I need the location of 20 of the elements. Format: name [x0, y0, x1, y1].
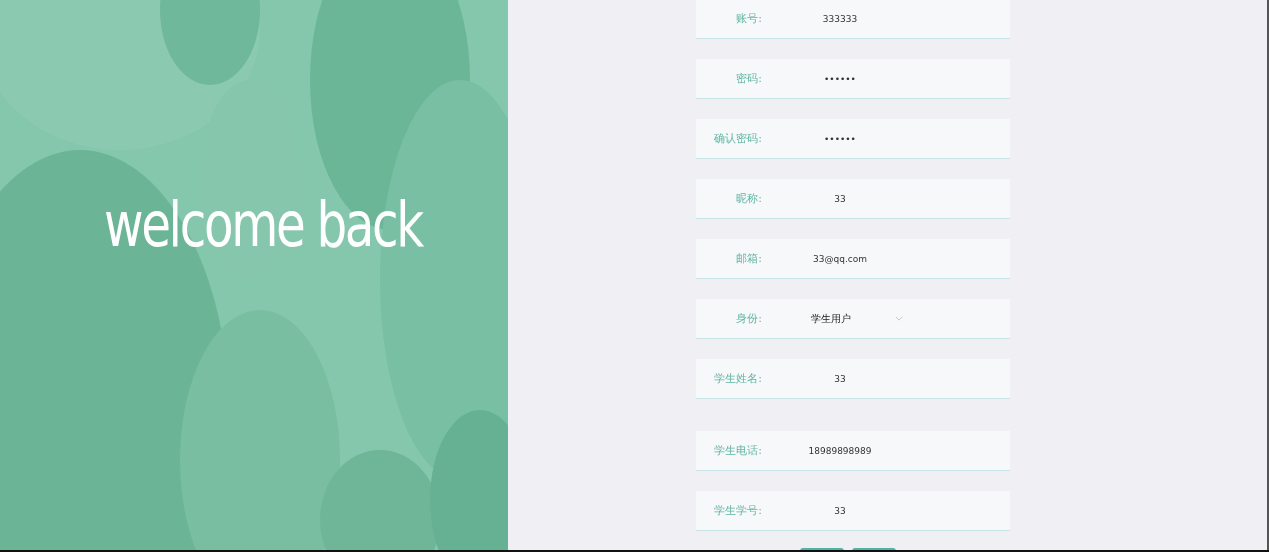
input-field[interactable]: 33 — [782, 505, 898, 516]
field-label: 学生姓名: — [713, 371, 762, 386]
input-field[interactable]: 33@qq.com — [782, 253, 898, 264]
input-field[interactable]: 18989898989 — [782, 445, 898, 456]
field-label: 邮箱: — [735, 251, 762, 266]
chevron-down-icon — [895, 316, 903, 321]
field-label: 昵称: — [735, 191, 762, 206]
select-field[interactable]: 学生用户 — [811, 311, 903, 326]
input-field[interactable]: •••••• — [782, 133, 898, 144]
field-label: 学生学号: — [713, 503, 762, 518]
input-field[interactable]: 33 — [782, 373, 898, 384]
field-label: 学生电话: — [713, 443, 762, 458]
input-field[interactable]: 333333 — [782, 13, 898, 24]
welcome-heading: welcome back — [104, 188, 422, 261]
field-label: 账号: — [735, 11, 762, 26]
field-label: 密码: — [735, 71, 762, 86]
input-field[interactable]: •••••• — [782, 73, 898, 84]
field-label: 确认密码: — [713, 131, 762, 146]
input-field[interactable]: 33 — [782, 193, 898, 204]
field-label: 身份: — [735, 311, 762, 326]
